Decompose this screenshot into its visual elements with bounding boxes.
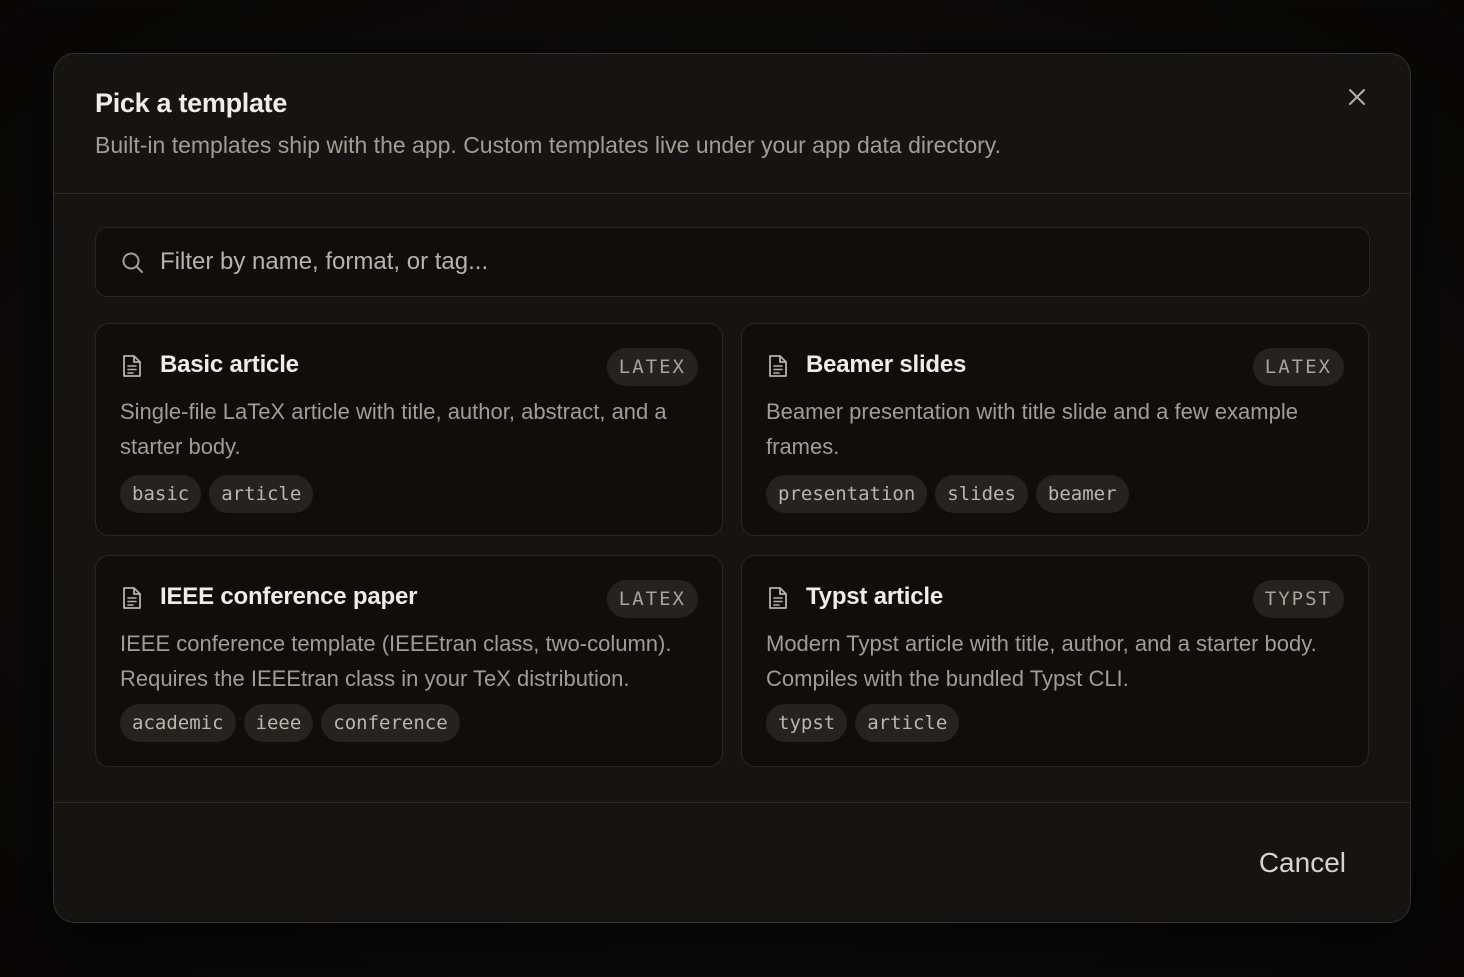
tag-chip: article bbox=[209, 475, 314, 513]
template-card-ieee-conference-paper[interactable]: IEEE conference paper LATEX IEEE confere… bbox=[95, 555, 723, 767]
template-title: Typst article bbox=[806, 583, 944, 610]
search-box bbox=[95, 227, 1370, 297]
document-icon bbox=[123, 587, 141, 609]
tag-chip: basic bbox=[120, 475, 202, 513]
template-description: IEEE conference template (IEEEtran class… bbox=[120, 631, 672, 691]
dialog-title: Pick a template bbox=[95, 88, 288, 118]
tag-chip: academic bbox=[120, 704, 236, 742]
tag-list: basic article bbox=[120, 475, 314, 513]
search-input[interactable] bbox=[160, 228, 1350, 296]
format-badge: LATEX bbox=[606, 348, 698, 386]
format-badge: LATEX bbox=[1252, 348, 1344, 386]
dialog-subtitle: Built-in templates ship with the app. Cu… bbox=[95, 132, 1001, 158]
close-icon bbox=[1349, 89, 1365, 105]
tag-chip: typst bbox=[766, 704, 848, 742]
tag-chip: conference bbox=[321, 704, 460, 742]
close-button[interactable] bbox=[1342, 82, 1372, 112]
document-icon bbox=[769, 355, 787, 377]
format-badge: LATEX bbox=[606, 580, 698, 618]
document-icon bbox=[769, 587, 787, 609]
tag-chip: article bbox=[855, 704, 960, 742]
template-description: Modern Typst article with title, author,… bbox=[766, 631, 1317, 691]
template-card-basic-article[interactable]: Basic article LATEX Single-file LaTeX ar… bbox=[95, 323, 723, 536]
tag-chip: slides bbox=[935, 475, 1028, 513]
template-title: Beamer slides bbox=[806, 351, 967, 378]
template-title: IEEE conference paper bbox=[160, 583, 418, 610]
dialog-body: Basic article LATEX Single-file LaTeX ar… bbox=[54, 194, 1410, 802]
template-description: Single-file LaTeX article with title, au… bbox=[120, 399, 667, 459]
document-icon bbox=[123, 355, 141, 377]
template-picker-dialog: Pick a template Built-in templates ship … bbox=[53, 53, 1411, 923]
search-icon bbox=[122, 252, 143, 273]
tag-chip: presentation bbox=[766, 475, 928, 513]
tag-list: typst article bbox=[766, 704, 960, 742]
dialog-header: Pick a template Built-in templates ship … bbox=[54, 54, 1410, 194]
tag-list: presentation slides beamer bbox=[766, 475, 1129, 513]
tag-list: academic ieee conference bbox=[120, 704, 460, 742]
cancel-button[interactable]: Cancel bbox=[1259, 847, 1346, 879]
template-card-beamer-slides[interactable]: Beamer slides LATEX Beamer presentation … bbox=[741, 323, 1369, 536]
format-badge: TYPST bbox=[1252, 580, 1344, 618]
tag-chip: beamer bbox=[1035, 475, 1129, 513]
template-title: Basic article bbox=[160, 351, 299, 378]
dialog-footer: Cancel bbox=[54, 802, 1410, 922]
template-description: Beamer presentation with title slide and… bbox=[766, 399, 1298, 459]
template-card-typst-article[interactable]: Typst article TYPST Modern Typst article… bbox=[741, 555, 1369, 767]
tag-chip: ieee bbox=[243, 704, 314, 742]
